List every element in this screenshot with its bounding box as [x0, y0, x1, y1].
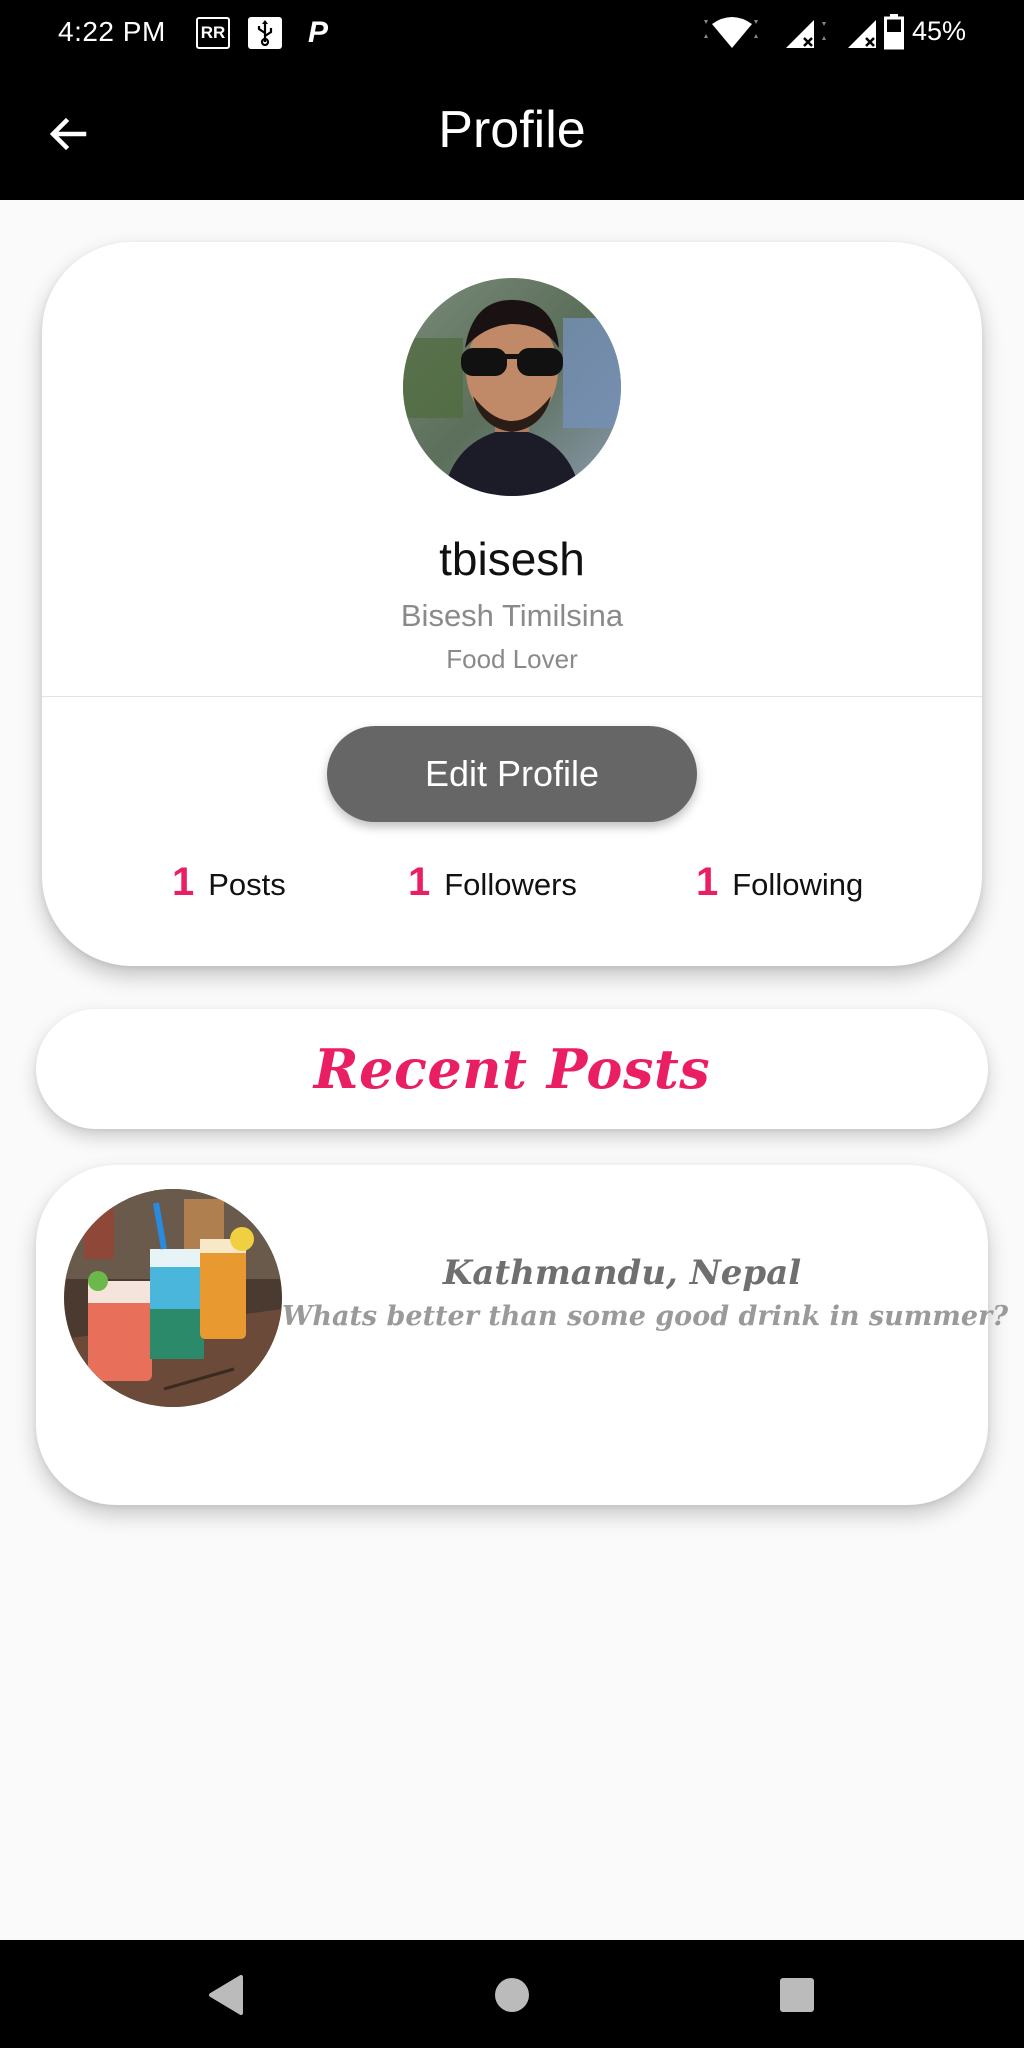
- profile-screen: 4:22 PM RR P 45% Profile tbisesh Bisesh …: [0, 0, 1024, 2048]
- post-location: Kathmandu, Nepal: [442, 1253, 802, 1293]
- back-triangle-icon: [209, 1975, 243, 2015]
- stat-label: Posts: [208, 867, 286, 902]
- post-caption: Whats better than some good drink in sum…: [282, 1301, 1009, 1332]
- nav-back-button[interactable]: [200, 1970, 250, 2020]
- parking-icon: P: [307, 16, 328, 49]
- stat-followers[interactable]: 1 Followers: [408, 860, 577, 905]
- status-bar: 4:22 PM RR P 45%: [0, 0, 1024, 66]
- nav-recents-button[interactable]: [772, 1970, 822, 2020]
- username: tbisesh: [439, 533, 585, 585]
- home-circle-icon: [495, 1978, 529, 2012]
- rr-icon: RR: [196, 17, 230, 49]
- nav-home-button[interactable]: [487, 1970, 537, 2020]
- profile-card: tbisesh Bisesh Timilsina Food Lover Edit…: [42, 242, 982, 966]
- stat-count: 1: [172, 860, 195, 904]
- status-time: 4:22 PM: [58, 16, 166, 47]
- app-bar: Profile: [0, 66, 1024, 200]
- edit-profile-button[interactable]: Edit Profile: [327, 726, 697, 822]
- stat-label: Followers: [444, 867, 577, 902]
- divider: [42, 696, 982, 697]
- full-name: Bisesh Timilsina: [400, 598, 624, 633]
- usb-icon: [248, 17, 282, 49]
- recent-posts-title: Recent Posts: [313, 1037, 711, 1101]
- stat-posts[interactable]: 1 Posts: [172, 860, 286, 905]
- stat-following[interactable]: 1 Following: [696, 860, 863, 905]
- signal-icon: [786, 20, 826, 48]
- signal-icon: [848, 20, 876, 48]
- stat-count: 1: [696, 860, 719, 904]
- stat-label: Following: [732, 867, 864, 902]
- system-nav-bar: [0, 1940, 1024, 2048]
- bio: Food Lover: [446, 644, 578, 674]
- post-card[interactable]: Kathmandu, Nepal Whats better than some …: [36, 1165, 1009, 1505]
- battery-icon: [884, 14, 904, 50]
- post-image: [64, 1189, 282, 1407]
- recents-square-icon: [780, 1978, 814, 2012]
- stat-count: 1: [408, 860, 431, 904]
- wifi-icon: [704, 17, 758, 48]
- page-title: Profile: [438, 101, 586, 159]
- avatar[interactable]: [403, 278, 621, 496]
- recent-posts-header: Recent Posts: [36, 1009, 988, 1129]
- battery-percentage: 45%: [911, 16, 966, 46]
